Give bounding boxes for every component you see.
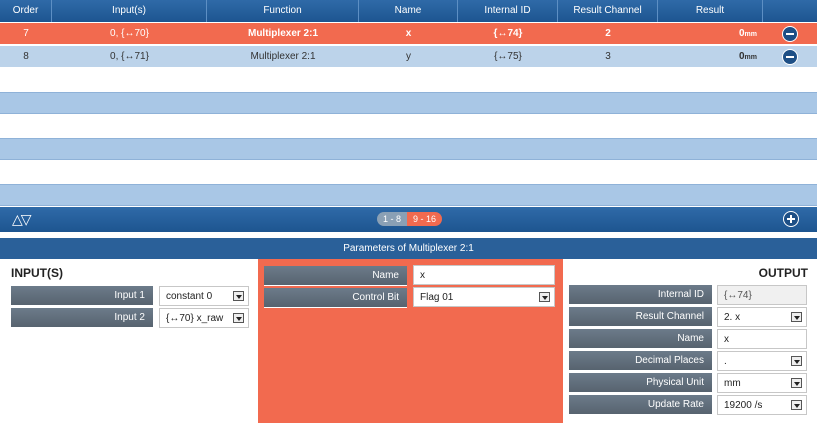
- empty-row: [0, 184, 817, 206]
- input-1-label: Input 1: [11, 286, 153, 306]
- out-result-channel-select[interactable]: 2. x: [717, 307, 807, 327]
- row-order: 7: [23, 28, 29, 39]
- row-function: Multiplexer 2:1: [250, 51, 316, 62]
- row-result: 0mm: [658, 23, 763, 45]
- row-result-unit: mm: [744, 54, 757, 61]
- row-internal-id: {↔74}: [493, 28, 523, 39]
- function-params-panel: Name x Control Bit Flag 01: [258, 259, 563, 423]
- remove-row-button[interactable]: [782, 26, 798, 42]
- col-function-header[interactable]: Function: [207, 0, 359, 22]
- out-update-rate-select[interactable]: 19200 /s: [717, 395, 807, 415]
- input-1-value: constant 0: [166, 291, 213, 302]
- empty-row: [0, 138, 817, 160]
- output-section-label: OUTPUT: [758, 266, 808, 280]
- row-result-channel: 2: [605, 28, 611, 39]
- chevron-down-icon[interactable]: [791, 356, 802, 366]
- add-row-button[interactable]: [783, 211, 799, 227]
- out-update-rate-value: 19200 /s: [724, 400, 763, 411]
- table-row[interactable]: 7 0, {↔70} Multiplexer 2:1 x {↔74} 2 0mm: [0, 23, 817, 45]
- input-1-select[interactable]: constant 0: [159, 286, 249, 306]
- out-decimal-places-value: .: [724, 356, 727, 367]
- control-bit-value: Flag 01: [420, 292, 454, 303]
- out-physical-unit-label: Physical Unit: [569, 373, 712, 393]
- col-result-header[interactable]: Result: [658, 0, 763, 22]
- out-physical-unit-select[interactable]: mm: [717, 373, 807, 393]
- page-button-1[interactable]: 1 - 8: [377, 212, 408, 226]
- row-actions: [763, 46, 817, 68]
- page-selector: 1 - 8 9 - 16: [377, 212, 443, 226]
- col-result-channel-header[interactable]: Result Channel: [558, 0, 658, 22]
- sort-arrows-icon[interactable]: △▽: [12, 211, 31, 228]
- out-name-input[interactable]: x: [717, 329, 807, 349]
- control-bit-label: Control Bit: [264, 288, 407, 308]
- input-2-value: {↔70} x_raw: [166, 313, 224, 324]
- row-name: y: [406, 51, 411, 62]
- params-panel: INPUT(S) OUTPUT Input 1 constant 0 Input…: [0, 259, 817, 423]
- out-result-channel-value: 2. x: [724, 312, 741, 323]
- col-internal-id-header[interactable]: Internal ID: [458, 0, 558, 22]
- empty-row: [0, 161, 817, 183]
- empty-row: [0, 115, 817, 137]
- empty-row: [0, 69, 817, 91]
- out-internal-id-label: Internal ID: [569, 285, 712, 305]
- out-internal-id-value: {↔74}: [717, 285, 807, 305]
- row-function: Multiplexer 2:1: [247, 28, 319, 39]
- table-header: Order Input(s) Function Name Internal ID…: [0, 0, 817, 22]
- out-name-label: Name: [569, 329, 712, 349]
- out-update-rate-label: Update Rate: [569, 395, 712, 415]
- row-result-channel: 3: [605, 51, 611, 62]
- col-order-header[interactable]: Order: [0, 0, 52, 22]
- chevron-down-icon[interactable]: [791, 378, 802, 388]
- out-result-channel-label: Result Channel: [569, 307, 712, 327]
- remove-row-button[interactable]: [782, 49, 798, 65]
- chevron-down-icon[interactable]: [233, 291, 244, 301]
- row-internal-id: {↔75}: [494, 51, 522, 62]
- name-label: Name: [264, 266, 407, 286]
- out-physical-unit-value: mm: [724, 378, 741, 389]
- inputs-section-label: INPUT(S): [11, 266, 63, 280]
- params-title: Parameters of Multiplexer 2:1: [0, 238, 817, 259]
- pager-bar: △▽ 1 - 8 9 - 16: [0, 207, 817, 232]
- empty-row: [0, 92, 817, 114]
- control-bit-select[interactable]: Flag 01: [413, 287, 555, 307]
- chevron-down-icon[interactable]: [539, 292, 550, 302]
- row-result-unit: mm: [744, 31, 757, 38]
- row-inputs: 0, {↔71}: [110, 51, 149, 62]
- row-actions: [763, 23, 817, 45]
- table-row[interactable]: 8 0, {↔71} Multiplexer 2:1 y {↔75} 3 0mm: [0, 46, 817, 68]
- col-actions-header: [763, 0, 817, 22]
- out-decimal-places-select[interactable]: .: [717, 351, 807, 371]
- row-name: x: [405, 28, 412, 39]
- out-decimal-places-label: Decimal Places: [569, 351, 712, 371]
- row-order: 8: [23, 51, 29, 62]
- row-result: 0mm: [658, 46, 763, 68]
- chevron-down-icon[interactable]: [791, 400, 802, 410]
- col-inputs-header[interactable]: Input(s): [52, 0, 207, 22]
- input-2-label: Input 2: [11, 308, 153, 328]
- page-button-2[interactable]: 9 - 16: [407, 212, 443, 226]
- chevron-down-icon[interactable]: [791, 312, 802, 322]
- row-inputs: 0, {↔70}: [110, 28, 149, 39]
- chevron-down-icon[interactable]: [233, 313, 244, 323]
- name-input[interactable]: x: [413, 265, 555, 285]
- functions-table: Order Input(s) Function Name Internal ID…: [0, 0, 817, 233]
- col-name-header[interactable]: Name: [359, 0, 458, 22]
- input-2-select[interactable]: {↔70} x_raw: [159, 308, 249, 328]
